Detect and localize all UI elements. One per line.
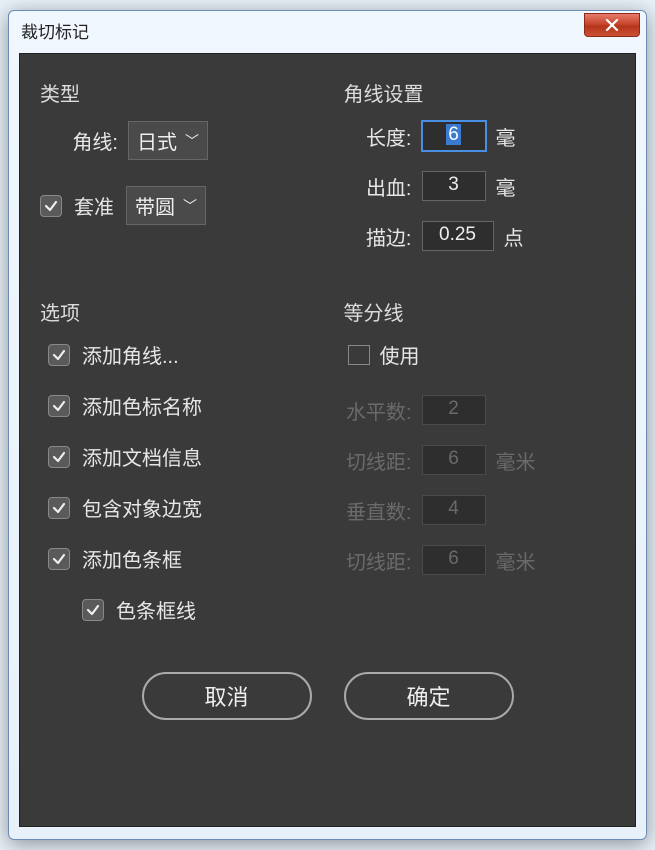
h-count-value: 2 (448, 398, 459, 419)
use-checkbox[interactable] (348, 345, 370, 365)
register-select[interactable]: 带圆 ﹀ (126, 186, 206, 225)
option-row: 添加色标名称 (40, 391, 312, 420)
h-count-input: 2 (422, 395, 486, 425)
h-gap-value: 6 (448, 448, 459, 469)
option-checkbox-add-doc-info[interactable] (48, 446, 70, 468)
h-count-label: 水平数: (344, 396, 412, 425)
bleed-label: 出血: (344, 172, 412, 201)
option-label: 包含对象边宽 (82, 493, 202, 522)
ok-button[interactable]: 确定 (344, 672, 514, 720)
corner-line-label: 角线: (40, 126, 118, 155)
corner-settings-title: 角线设置 (344, 78, 616, 107)
stroke-label: 描边: (344, 222, 412, 251)
bleed-value: 3 (448, 174, 459, 195)
check-icon (52, 501, 66, 515)
stroke-unit: 点 (504, 222, 534, 251)
check-icon (52, 552, 66, 566)
option-label: 添加文档信息 (82, 442, 202, 471)
option-row: 包含对象边宽 (40, 493, 312, 522)
options-title: 选项 (40, 297, 312, 326)
options-group: 选项 添加角线... 添加色标名称 添 (38, 293, 314, 650)
stroke-value: 0.25 (439, 224, 476, 245)
type-group-title: 类型 (40, 78, 312, 107)
cancel-label: 取消 (204, 680, 248, 712)
h-gap-input: 6 (422, 445, 486, 475)
check-icon (44, 199, 58, 213)
stroke-input[interactable]: 0.25 (422, 221, 494, 251)
length-input[interactable]: 6 (422, 121, 486, 151)
divide-title: 等分线 (344, 297, 616, 326)
option-checkbox-add-corner[interactable] (48, 344, 70, 366)
v-gap-value: 6 (448, 548, 459, 569)
cancel-button[interactable]: 取消 (142, 672, 312, 720)
option-sub-row: 色条框线 (40, 595, 312, 624)
v-count-value: 4 (448, 498, 459, 519)
v-count-input: 4 (422, 495, 486, 525)
option-label: 添加色标名称 (82, 391, 202, 420)
option-sub-label: 色条框线 (116, 595, 196, 624)
v-count-label: 垂直数: (344, 496, 412, 525)
length-label: 长度: (344, 122, 412, 151)
h-gap-label: 切线距: (344, 446, 412, 475)
v-gap-label: 切线距: (344, 546, 412, 575)
chevron-down-icon: ﹀ (185, 131, 199, 151)
corner-line-value: 日式 (137, 126, 177, 155)
window-title: 裁切标记 (21, 18, 89, 43)
corner-settings-group: 角线设置 长度: 6 毫 出血: 3 毫 描边: (342, 74, 618, 275)
check-icon (86, 603, 100, 617)
option-checkbox-add-swatch-name[interactable] (48, 395, 70, 417)
v-gap-input: 6 (422, 545, 486, 575)
corner-line-select[interactable]: 日式 ﹀ (128, 121, 208, 160)
chevron-down-icon: ﹀ (183, 196, 197, 216)
option-checkbox-color-bar-line[interactable] (82, 599, 104, 621)
length-value: 6 (446, 124, 461, 145)
option-row: 添加角线... (40, 340, 312, 369)
dialog-window: 裁切标记 类型 角线: 日式 ﹀ (8, 10, 647, 840)
bleed-unit: 毫 (496, 172, 526, 201)
option-label: 添加色条框 (82, 544, 182, 573)
register-value: 带圆 (135, 191, 175, 220)
dialog-buttons: 取消 确定 (38, 672, 617, 720)
length-unit: 毫 (496, 122, 526, 151)
option-checkbox-add-color-bar[interactable] (48, 548, 70, 570)
check-icon (52, 348, 66, 362)
register-label: 套准 (74, 191, 114, 220)
v-gap-unit: 毫米 (496, 546, 536, 575)
use-label: 使用 (380, 340, 420, 369)
titlebar[interactable]: 裁切标记 (9, 11, 646, 49)
divide-group: 等分线 使用 水平数: 2 切线距: 6 (342, 293, 618, 650)
option-row: 添加文档信息 (40, 442, 312, 471)
type-group: 类型 角线: 日式 ﹀ 套准 带圆 (38, 74, 314, 275)
check-icon (52, 399, 66, 413)
h-gap-unit: 毫米 (496, 446, 536, 475)
close-icon (605, 19, 619, 31)
option-label: 添加角线... (82, 340, 179, 369)
ok-label: 确定 (406, 680, 450, 712)
option-checkbox-include-bounds[interactable] (48, 497, 70, 519)
check-icon (52, 450, 66, 464)
option-row: 添加色条框 (40, 544, 312, 573)
bleed-input[interactable]: 3 (422, 171, 486, 201)
close-button[interactable] (584, 13, 640, 37)
register-checkbox[interactable] (40, 195, 62, 217)
dialog-content: 类型 角线: 日式 ﹀ 套准 带圆 (19, 53, 636, 827)
